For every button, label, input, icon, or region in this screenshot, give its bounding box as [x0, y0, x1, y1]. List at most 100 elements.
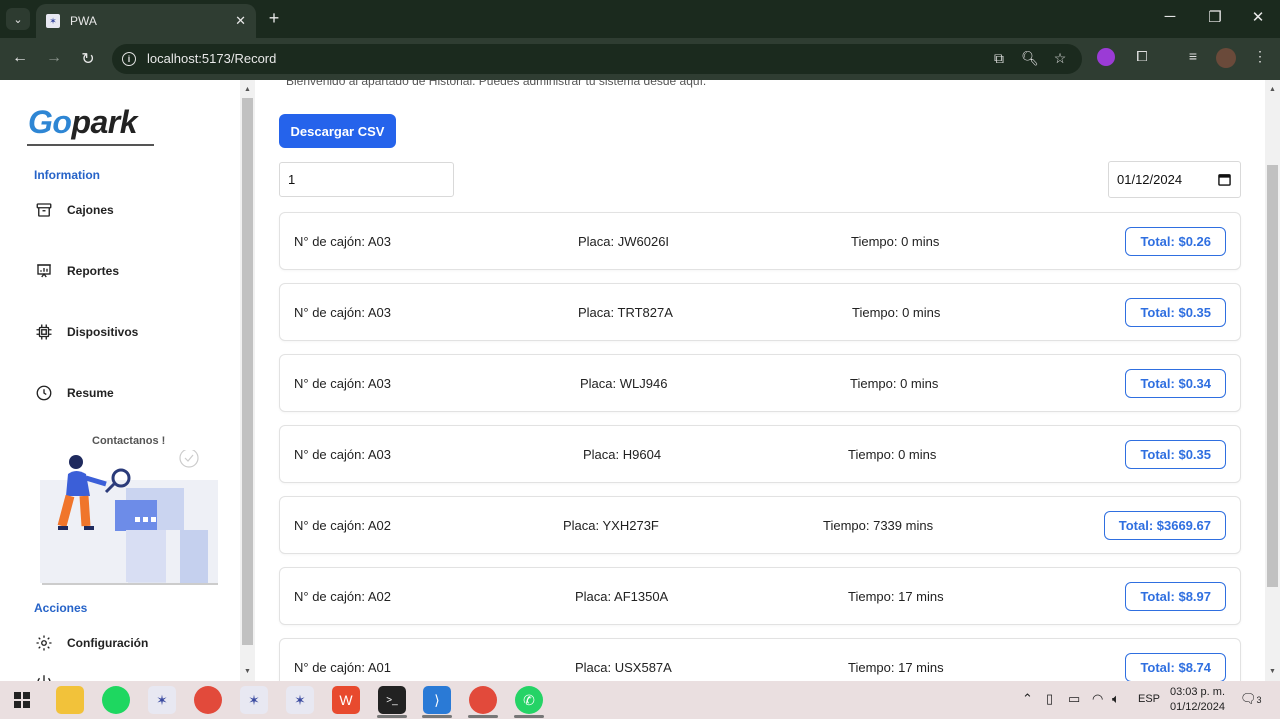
sidebar-item-cajones[interactable]: Cajones: [34, 198, 114, 222]
number-filter-input[interactable]: 1: [279, 162, 454, 197]
presentation-chart-icon: [34, 261, 54, 281]
sidebar-item-reportes[interactable]: Reportes: [34, 259, 119, 283]
scroll-up-arrow[interactable]: ▲: [240, 86, 255, 93]
extensions-puzzle-icon[interactable]: ⧠: [1132, 48, 1152, 65]
browser-tab-strip: ⌄ ✶ PWA ✕ + ─ ❐ ✕: [0, 0, 1280, 38]
contact-label: Contactanos !: [92, 435, 166, 447]
pwa-app-icon[interactable]: ✶: [148, 686, 176, 714]
meet-icon[interactable]: ▯: [1046, 691, 1053, 707]
tab-favicon-icon: ✶: [46, 14, 60, 28]
chrome-active-icon[interactable]: [469, 686, 497, 714]
sidebar-item-label: Reportes: [67, 264, 120, 278]
total-badge[interactable]: Total: $3669.67: [1103, 511, 1226, 540]
cajon-label: N° de cajón: A03: [294, 305, 391, 320]
running-indicator: [468, 715, 498, 718]
total-badge[interactable]: Total: $8.97: [1125, 582, 1226, 611]
minimize-button[interactable]: ─: [1160, 8, 1180, 25]
terminal-icon[interactable]: >_: [378, 686, 406, 714]
placa-label: Placa: JW6026I: [578, 234, 670, 249]
placa-label: Placa: USX587A: [575, 660, 672, 675]
total-badge[interactable]: Total: $0.34: [1125, 369, 1226, 398]
new-tab-button[interactable]: +: [264, 8, 284, 29]
restore-button[interactable]: ❐: [1205, 8, 1225, 26]
tab-title: PWA: [70, 14, 97, 28]
pwa-app-icon[interactable]: ✶: [286, 686, 314, 714]
record-row: N° de cajón: A02 Placa: AF1350A Tiempo: …: [279, 567, 1241, 625]
extension-icon[interactable]: [1097, 48, 1115, 66]
total-badge[interactable]: Total: $0.26: [1125, 227, 1226, 256]
browser-menu-icon[interactable]: ⋮: [1250, 48, 1270, 65]
sidebar-scrollbar-thumb[interactable]: [242, 98, 253, 645]
gear-icon: [34, 633, 54, 653]
close-window-button[interactable]: ✕: [1248, 8, 1268, 26]
pwa-app-icon[interactable]: ✶: [240, 686, 268, 714]
record-row: N° de cajón: A03 Placa: WLJ946 Tiempo: 0…: [279, 354, 1241, 412]
tab-search-button[interactable]: ⌄: [6, 8, 30, 30]
archive-icon: [34, 200, 54, 220]
sidebar-item-resume[interactable]: Resume: [34, 381, 114, 405]
open-in-app-icon[interactable]: ⧉: [990, 50, 1008, 67]
total-badge[interactable]: Total: $8.74: [1125, 653, 1226, 681]
sidebar: Gopark Information Cajones Reportes Disp…: [0, 80, 240, 681]
tiempo-label: Tiempo: 0 mins: [851, 234, 940, 249]
record-row: N° de cajón: A03 Placa: H9604 Tiempo: 0 …: [279, 425, 1241, 483]
page-viewport: Gopark Information Cajones Reportes Disp…: [0, 80, 1280, 681]
tiempo-label: Tiempo: 0 mins: [848, 447, 937, 462]
vscode-icon[interactable]: ⟩: [423, 686, 451, 714]
zoom-icon[interactable]: 🔍︎: [1021, 50, 1039, 67]
logo-underline: [27, 144, 154, 146]
wifi-icon[interactable]: ◠: [1092, 691, 1103, 707]
browser-tab[interactable]: ✶ PWA ✕: [36, 4, 256, 38]
back-button[interactable]: ←: [10, 49, 30, 67]
scroll-up-arrow[interactable]: ▲: [1265, 86, 1280, 93]
sidebar-scrollbar[interactable]: ▲ ▼: [240, 80, 255, 681]
clock-date: 01/12/2024: [1169, 701, 1226, 713]
notification-icon[interactable]: 🗨︎3: [1240, 691, 1262, 707]
total-badge[interactable]: Total: $0.35: [1125, 298, 1226, 327]
whatsapp-icon[interactable]: ✆: [515, 686, 543, 714]
calendar-icon[interactable]: [1218, 173, 1231, 186]
sidebar-item-configuracion[interactable]: Configuración: [34, 631, 148, 655]
wps-office-icon[interactable]: W: [332, 686, 360, 714]
media-control-icon[interactable]: ≡: [1183, 48, 1203, 64]
tiempo-label: Tiempo: 17 mins: [848, 589, 944, 604]
system-clock[interactable]: 03:03 p. m. 01/12/2024: [1160, 685, 1235, 715]
clock-time: 03:03 p. m.: [1169, 686, 1226, 698]
address-bar[interactable]: i localhost:5173/Record ⧉ 🔍︎ ☆: [112, 44, 1082, 74]
main-content: Bienvenido al apartado de Historial. Pue…: [255, 80, 1265, 681]
clock-icon: [34, 383, 54, 403]
page-scrollbar[interactable]: ▲ ▼: [1265, 80, 1280, 681]
profile-avatar[interactable]: [1216, 48, 1236, 68]
contact-illustration[interactable]: [40, 448, 220, 585]
file-explorer-icon[interactable]: [56, 686, 84, 714]
download-csv-button[interactable]: Descargar CSV: [279, 114, 396, 148]
cajon-label: N° de cajón: A02: [294, 518, 391, 533]
page-scrollbar-thumb[interactable]: [1267, 165, 1278, 587]
sidebar-item-label: Dispositivos: [67, 325, 139, 339]
spotify-icon[interactable]: [102, 686, 130, 714]
scroll-down-arrow[interactable]: ▼: [240, 668, 255, 675]
running-indicator: [514, 715, 544, 718]
tray-expand-icon[interactable]: ⌃: [1022, 691, 1033, 707]
record-row: N° de cajón: A03 Placa: JW6026I Tiempo: …: [279, 212, 1241, 270]
windows-start-icon[interactable]: [8, 686, 36, 714]
sidebar-item-label: Configuración: [67, 636, 149, 650]
volume-icon[interactable]: 🔈︎: [1112, 691, 1120, 707]
site-info-icon[interactable]: i: [122, 52, 136, 66]
total-badge[interactable]: Total: $0.35: [1125, 440, 1226, 469]
sidebar-item-dispositivos[interactable]: Dispositivos: [34, 320, 138, 344]
reload-button[interactable]: ↻: [78, 49, 98, 69]
tab-close-icon[interactable]: ✕: [235, 13, 246, 29]
record-row: N° de cajón: A03 Placa: TRT827A Tiempo: …: [279, 283, 1241, 341]
cajon-label: N° de cajón: A03: [294, 234, 391, 249]
language-indicator[interactable]: ESP: [1138, 693, 1160, 705]
forward-button[interactable]: →: [44, 49, 64, 67]
tiempo-label: Tiempo: 17 mins: [848, 660, 944, 675]
battery-icon[interactable]: ▭: [1068, 691, 1080, 707]
sidebar-item-logout[interactable]: [34, 670, 67, 681]
chrome-icon[interactable]: [194, 686, 222, 714]
bookmark-star-icon[interactable]: ☆: [1051, 50, 1069, 67]
url-text[interactable]: localhost:5173/Record: [147, 51, 276, 66]
scroll-down-arrow[interactable]: ▼: [1265, 668, 1280, 675]
date-filter-input[interactable]: 01/12/2024: [1108, 161, 1241, 198]
